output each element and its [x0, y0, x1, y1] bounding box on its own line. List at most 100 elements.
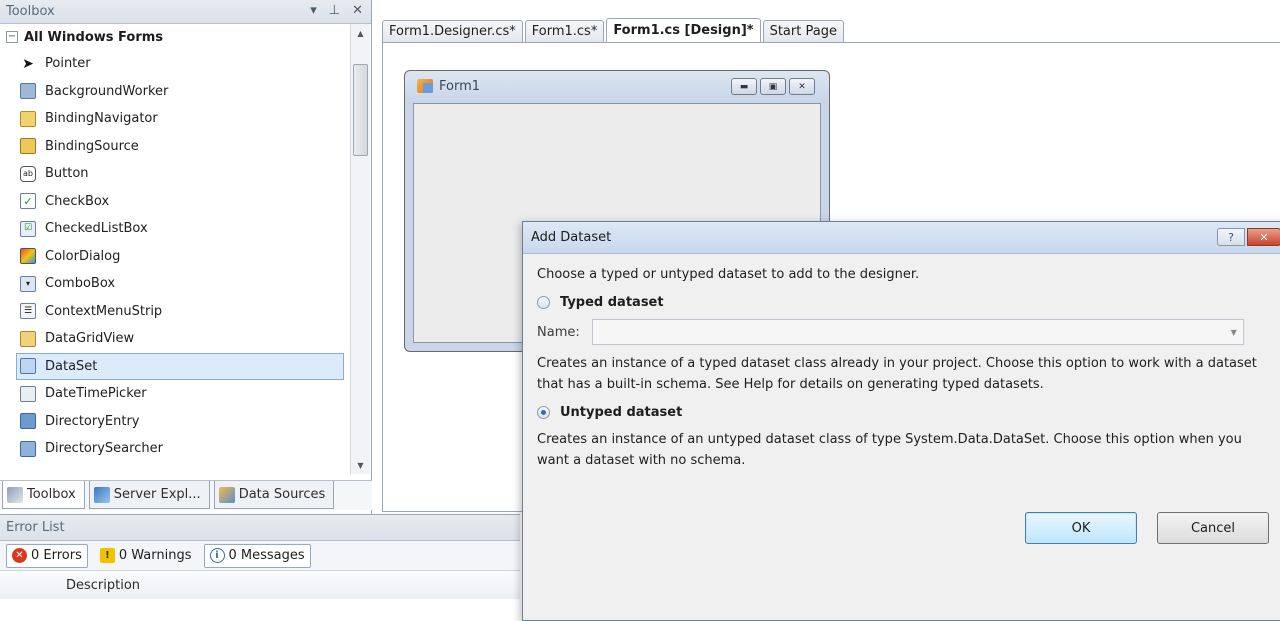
- typed-dataset-label: Typed dataset: [560, 294, 664, 310]
- error-list-title-bar: Error List: [0, 515, 520, 541]
- directory-entry-icon: [20, 413, 36, 430]
- maximize-icon: ▣: [760, 78, 786, 95]
- binding-navigator-icon: [20, 110, 36, 127]
- toolbox-item-datetimepicker[interactable]: DateTimePicker: [0, 380, 350, 408]
- cancel-button[interactable]: Cancel: [1157, 512, 1269, 544]
- messages-filter-label: 0 Messages: [228, 548, 305, 563]
- toolbox-item-bindingnavigator[interactable]: BindingNavigator: [0, 105, 350, 133]
- toolbox-item-bindingsource[interactable]: BindingSource: [0, 133, 350, 161]
- errors-filter-label: 0 Errors: [31, 548, 82, 563]
- name-label: Name:: [537, 324, 580, 340]
- error-list-panel: Error List ✕ 0 Errors ! 0 Warnings i 0 M…: [0, 514, 520, 601]
- tab-label: Form1.cs [Design]*: [613, 23, 754, 38]
- tab-form1-designer-cs[interactable]: Form1.Designer.cs*: [382, 20, 523, 42]
- form1-window-buttons: ▬ ▣ ✕: [731, 78, 815, 95]
- typed-dataset-option[interactable]: Typed dataset: [537, 289, 1277, 315]
- toolbox-item-directoryentry[interactable]: DirectoryEntry: [0, 408, 350, 436]
- column-description[interactable]: Description: [66, 578, 140, 593]
- close-icon[interactable]: ✕: [352, 3, 363, 18]
- untyped-dataset-radio[interactable]: [537, 405, 550, 419]
- form-icon: [417, 79, 433, 93]
- warnings-filter-label: 0 Warnings: [118, 548, 192, 563]
- toolbox-item-contextmenustrip[interactable]: ☰ ContextMenuStrip: [0, 298, 350, 326]
- tab-label: Form1.cs*: [531, 24, 598, 39]
- toolbox-item-label: DirectorySearcher: [45, 441, 163, 457]
- dialog-actions: OK Cancel: [1025, 512, 1269, 544]
- typed-dataset-radio[interactable]: [537, 295, 550, 309]
- toolbox-item-checkedlistbox[interactable]: ☑ CheckedListBox: [0, 215, 350, 243]
- toolbox-item-pointer[interactable]: ➤ Pointer: [0, 50, 350, 78]
- warnings-filter-button[interactable]: ! 0 Warnings: [94, 544, 198, 568]
- errors-filter-button[interactable]: ✕ 0 Errors: [6, 543, 88, 568]
- dialog-intro: Choose a typed or untyped dataset to add…: [537, 267, 920, 282]
- toolbox-item-combobox[interactable]: ▾ ComboBox: [0, 270, 350, 298]
- untyped-dataset-option[interactable]: Untyped dataset: [537, 399, 1277, 425]
- toolbox-item-label: Pointer: [45, 56, 91, 72]
- toolbox-item-backgroundworker[interactable]: BackgroundWorker: [0, 78, 350, 106]
- error-list-title: Error List: [6, 520, 65, 535]
- context-menu-strip-icon: ☰: [20, 303, 36, 320]
- toolbox-tab-icon: [7, 486, 23, 503]
- toolbox-item-label: BindingNavigator: [45, 111, 158, 127]
- document-frame-border: [382, 511, 532, 512]
- scrollbar-thumb[interactable]: [353, 64, 368, 156]
- toolbox-item-label: ContextMenuStrip: [45, 303, 163, 319]
- toolbox-item-label: Button: [45, 166, 89, 182]
- toolbox-item-label: CheckBox: [45, 193, 110, 209]
- toolbox-list: − All Windows Forms ➤ Pointer Background…: [0, 24, 350, 474]
- tab-label: Start Page: [769, 24, 837, 39]
- collapse-icon[interactable]: −: [6, 31, 18, 43]
- toolbox-item-label: ComboBox: [45, 276, 116, 292]
- form1-title: Form1: [439, 78, 481, 94]
- toolbox-item-label: BackgroundWorker: [45, 83, 169, 99]
- messages-filter-button[interactable]: i 0 Messages: [203, 543, 311, 568]
- name-combobox: ▼: [591, 319, 1244, 345]
- data-grid-view-icon: [20, 330, 36, 347]
- dropdown-icon[interactable]: ▾: [310, 3, 317, 18]
- binding-source-icon: [20, 138, 36, 155]
- toolbox-item-button[interactable]: ab Button: [0, 160, 350, 188]
- ok-button[interactable]: OK: [1025, 512, 1137, 544]
- pin-icon[interactable]: ⊥: [329, 3, 340, 18]
- toolbox-item-label: ColorDialog: [45, 248, 121, 264]
- toolbox-item-directorysearcher[interactable]: DirectorySearcher: [0, 435, 350, 463]
- tab-toolbox[interactable]: Toolbox: [2, 481, 85, 509]
- toolbox-item-dataset[interactable]: DataSet: [16, 352, 344, 380]
- checkbox-icon: ✓: [20, 193, 36, 210]
- toolbox-item-label: CheckedListBox: [45, 221, 148, 237]
- error-icon: ✕: [12, 548, 27, 563]
- tab-label: Data Sources: [238, 487, 326, 502]
- toolbox-group-all-windows-forms[interactable]: − All Windows Forms: [0, 24, 350, 50]
- info-icon: i: [209, 548, 225, 563]
- document-frame-border: [382, 42, 383, 512]
- tab-form1-cs[interactable]: Form1.cs*: [524, 20, 605, 42]
- scroll-up-arrow-icon[interactable]: ▲: [351, 24, 370, 42]
- tab-start-page[interactable]: Start Page: [762, 20, 844, 42]
- help-button[interactable]: ?: [1217, 228, 1245, 246]
- tab-label: Form1.Designer.cs*: [389, 24, 516, 39]
- untyped-dataset-label: Untyped dataset: [560, 404, 683, 420]
- scroll-down-arrow-icon[interactable]: ▼: [351, 456, 370, 474]
- server-explorer-icon: [93, 486, 110, 503]
- close-button[interactable]: ✕: [1247, 228, 1280, 246]
- color-dialog-icon: [20, 248, 36, 265]
- checked-list-box-icon: ☑: [20, 220, 36, 237]
- error-list-toolbar: ✕ 0 Errors ! 0 Warnings i 0 Messages: [0, 541, 520, 571]
- warning-icon: !: [99, 548, 115, 563]
- tab-server-explorer[interactable]: Server Expl...: [88, 481, 210, 509]
- document-tab-divider: [382, 42, 1280, 43]
- tab-label: Toolbox: [27, 487, 76, 502]
- toolbox-item-datagridview[interactable]: DataGridView: [0, 325, 350, 353]
- tab-form1-design[interactable]: Form1.cs [Design]*: [606, 18, 761, 42]
- toolbox-item-checkbox[interactable]: ✓ CheckBox: [0, 188, 350, 216]
- toolbox-scrollbar[interactable]: ▲ ▼: [350, 24, 370, 474]
- toolbox-item-label: DirectoryEntry: [45, 413, 140, 429]
- toolbox-item-colordialog[interactable]: ColorDialog: [0, 243, 350, 271]
- toolbox-item-label: DateTimePicker: [45, 386, 147, 402]
- date-time-picker-icon: [20, 385, 36, 402]
- toolbox-item-label: BindingSource: [45, 138, 139, 154]
- tab-label: Server Expl...: [113, 487, 201, 502]
- tab-data-sources[interactable]: Data Sources: [213, 481, 335, 509]
- pointer-icon: ➤: [22, 55, 34, 72]
- toolbox-tab-strip: Toolbox Server Expl... Data Sources: [0, 480, 372, 510]
